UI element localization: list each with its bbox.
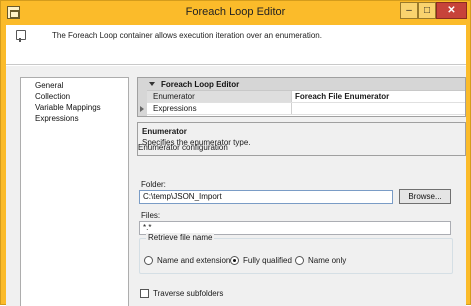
property-row-enumerator[interactable]: Enumerator Foreach File Enumerator <box>147 91 465 103</box>
maximize-button[interactable]: □ <box>418 2 436 19</box>
browse-button[interactable]: Browse... <box>399 189 451 204</box>
property-category[interactable]: Foreach Loop Editor <box>147 78 465 91</box>
radio-name-only[interactable] <box>295 256 304 265</box>
files-label: Files: <box>141 211 161 220</box>
header-description: The Foreach Loop container allows execut… <box>52 31 322 40</box>
folder-label: Folder: <box>141 180 166 189</box>
dialog-header: The Foreach Loop container allows execut… <box>6 25 466 65</box>
sidebar-item-collection[interactable]: Collection <box>35 92 70 101</box>
title-bar[interactable]: Foreach Loop Editor – □ ✕ <box>1 1 470 25</box>
foreach-loop-editor-window: Foreach Loop Editor – □ ✕ The Foreach Lo… <box>0 0 471 306</box>
page-list: General Collection Variable Mappings Exp… <box>20 77 129 306</box>
property-row-expressions[interactable]: Expressions <box>140 103 465 115</box>
enumerator-configuration-title: Enumerator configuration <box>138 143 228 152</box>
traverse-subfolders-label: Traverse subfolders <box>153 289 224 298</box>
radio-label-name-and-extension: Name and extension <box>157 256 231 265</box>
description-title: Enumerator <box>142 127 187 136</box>
sidebar-item-general[interactable]: General <box>35 81 63 90</box>
close-button[interactable]: ✕ <box>436 2 467 19</box>
folder-input[interactable]: C:\temp\JSON_Import <box>139 190 393 204</box>
property-name: Expressions <box>147 103 292 114</box>
radio-label-name-only: Name only <box>308 256 347 265</box>
property-value-enumerator[interactable]: Foreach File Enumerator <box>293 91 465 102</box>
sidebar-item-expressions[interactable]: Expressions <box>35 114 79 123</box>
radio-fully-qualified[interactable] <box>230 256 239 265</box>
property-grid: Foreach Loop Editor Enumerator Foreach F… <box>137 77 466 117</box>
property-value-expressions[interactable] <box>293 103 465 114</box>
collapse-icon[interactable] <box>149 82 155 86</box>
radio-label-fully-qualified: Fully qualified <box>243 256 292 265</box>
expand-icon[interactable] <box>140 106 144 112</box>
property-category-label: Foreach Loop Editor <box>161 80 240 89</box>
radio-name-and-extension[interactable] <box>144 256 153 265</box>
retrieve-file-name-label: Retrieve file name <box>146 233 215 242</box>
minimize-button[interactable]: – <box>400 2 418 19</box>
property-name: Enumerator <box>147 91 292 102</box>
sidebar-item-variable-mappings[interactable]: Variable Mappings <box>35 103 101 112</box>
traverse-subfolders-checkbox[interactable] <box>140 289 149 298</box>
retrieve-file-name-group: Retrieve file name Name and extension Fu… <box>139 233 453 274</box>
info-icon <box>16 30 26 42</box>
